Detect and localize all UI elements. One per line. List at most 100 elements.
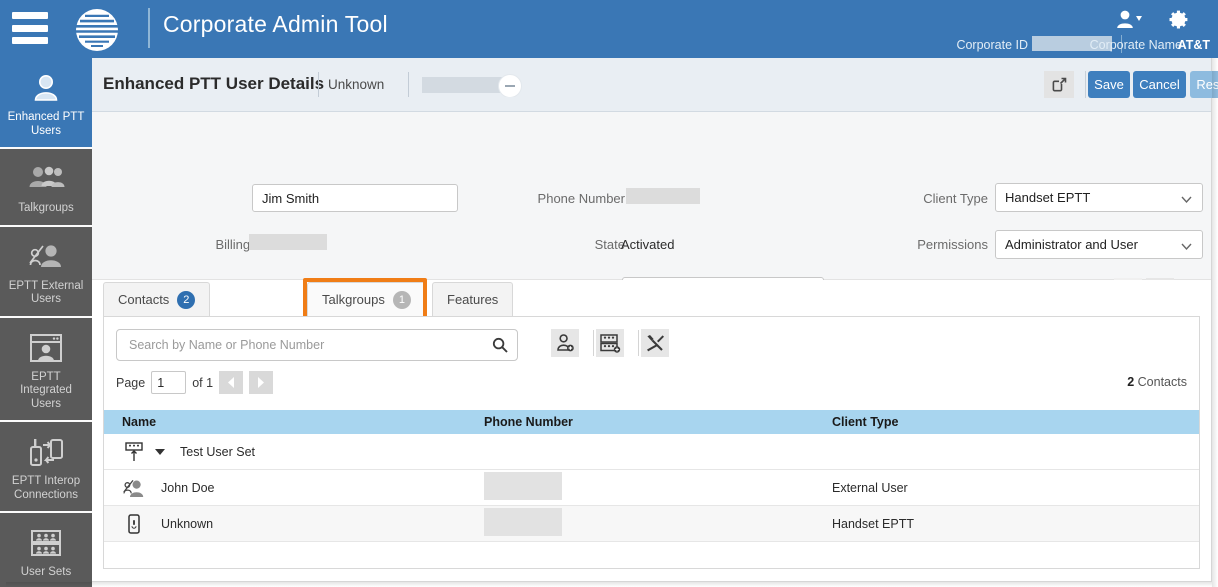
add-user-set-icon[interactable]: [596, 329, 624, 357]
contacts-count-label: Contacts: [1137, 375, 1187, 389]
external-user-icon: [122, 477, 146, 499]
sidebar-item-eptt-interop-connections[interactable]: EPTT Interop Connections: [0, 422, 92, 513]
panel-shadow-bottom: [6, 582, 1212, 587]
title-divider: [148, 8, 150, 48]
column-header-type: Client Type: [832, 415, 899, 429]
sidebar-label: EPTT Integrated Users: [20, 370, 72, 410]
row-phone-redacted: [484, 472, 832, 503]
table-header-row: Name Phone Number Client Type: [104, 410, 1199, 434]
tab-contacts-badge: 2: [177, 290, 196, 309]
single-user-icon: [0, 68, 92, 108]
row-client-type: External User: [832, 480, 908, 495]
page-number-input[interactable]: [151, 371, 187, 394]
handset-icon: [122, 513, 146, 535]
tab-contacts[interactable]: Contacts 2: [103, 282, 211, 316]
interop-connection-icon: [0, 432, 92, 472]
state-label: State: [594, 237, 625, 252]
tab-label: Features: [447, 292, 499, 307]
page-total-label: of 1: [192, 375, 214, 390]
corporate-id-label: Corporate ID: [956, 38, 1028, 52]
app-root: Corporate Admin Tool Corporate ID Corpor…: [0, 0, 1218, 587]
column-header-name: Name: [122, 415, 157, 429]
collapse-panel-button[interactable]: [498, 74, 522, 98]
prev-page-icon[interactable]: [219, 371, 244, 394]
cancel-button[interactable]: Cancel: [1133, 71, 1186, 98]
user-set-icon: [122, 441, 146, 463]
client-type-label: Client Type: [923, 191, 988, 206]
sidebar-item-eptt-external-users[interactable]: EPTT External Users: [0, 227, 92, 318]
collapse-pointer: [498, 97, 522, 110]
tab-talkgroups-badge: 1: [392, 290, 411, 309]
tools-icon[interactable]: [641, 329, 669, 357]
row-name: Test User Set: [180, 444, 256, 459]
chevron-down-icon: [1181, 240, 1192, 251]
sidebar-label: Talkgroups: [18, 202, 74, 214]
billing-number-value-redacted: [249, 234, 327, 250]
left-sidebar: Enhanced PTT Users Talkgroups EPTT Exter…: [0, 58, 92, 587]
client-type-value: Handset EPTT: [1005, 190, 1091, 205]
pagination: Page of 1: [116, 371, 274, 394]
permissions-value: Administrator and User: [1005, 237, 1138, 252]
save-button[interactable]: Save: [1088, 71, 1130, 98]
toolbar-divider-1: [593, 330, 594, 356]
column-header-phone: Phone Number: [484, 415, 573, 429]
contacts-count: 2 Contacts: [1127, 375, 1187, 389]
top-header-bar: Corporate Admin Tool Corporate ID Corpor…: [0, 0, 1218, 58]
sidebar-label: EPTT External Users: [8, 279, 84, 306]
search-input[interactable]: [127, 330, 487, 360]
table-row[interactable]: John Doe External User: [104, 470, 1199, 506]
contacts-table: Name Phone Number Client Type Test User …: [104, 410, 1199, 542]
tab-talkgroups[interactable]: Talkgroups 1: [307, 282, 426, 316]
app-title: Corporate Admin Tool: [163, 11, 388, 37]
search-icon[interactable]: [492, 337, 508, 353]
row-name: Unknown: [161, 516, 214, 531]
tab-label: Talkgroups: [322, 292, 385, 307]
permissions-select[interactable]: Administrator and User: [995, 230, 1203, 259]
row-phone-redacted: [484, 508, 832, 539]
external-user-icon: [0, 237, 92, 277]
user-dropdown-icon[interactable]: [1114, 8, 1144, 32]
user-group-icon: [0, 159, 92, 199]
user-detail-form: Name Billing Number Expiring On Phone Nu…: [92, 112, 1211, 305]
search-box: [116, 329, 518, 361]
row-client-type: Handset EPTT: [832, 516, 914, 531]
tab-label: Contacts: [118, 292, 170, 307]
client-type-select[interactable]: Handset EPTT: [995, 183, 1203, 212]
panel-shadow-right: [1212, 58, 1218, 587]
user-set-icon: [0, 523, 92, 563]
sidebar-label: EPTT Interop Connections: [11, 475, 81, 501]
phone-number-value-redacted: [626, 188, 700, 204]
name-input[interactable]: [252, 184, 458, 212]
page-label: Page: [116, 375, 146, 390]
hamburger-menu-icon[interactable]: [12, 12, 48, 44]
gear-icon[interactable]: [1164, 7, 1190, 33]
att-globe-logo-icon: [74, 7, 120, 53]
page-title: Enhanced PTT User Details: [103, 74, 325, 93]
chevron-down-icon: [1181, 193, 1192, 204]
sidebar-item-user-sets[interactable]: User Sets: [0, 513, 92, 587]
row-name: John Doe: [161, 480, 215, 495]
main-panel: Enhanced PTT User Details Unknown Save C…: [92, 58, 1218, 582]
detail-subtitle: Unknown: [328, 77, 385, 92]
row-expand-caret[interactable]: [155, 448, 165, 455]
header-divider-2: [408, 72, 409, 97]
sidebar-item-enhanced-ptt-users[interactable]: Enhanced PTT Users: [0, 58, 92, 149]
tab-bar: Contacts 2 Talkgroups 1 Features: [92, 278, 1211, 322]
state-value: Activated: [621, 237, 675, 252]
next-page-icon[interactable]: [249, 371, 274, 394]
permissions-label: Permissions: [917, 237, 988, 252]
table-row[interactable]: Test User Set: [104, 434, 1199, 470]
corporate-name-value: AT&T: [1177, 38, 1210, 52]
header-divider-1: [318, 72, 319, 97]
add-contact-icon[interactable]: [551, 329, 579, 357]
export-icon[interactable]: [1044, 71, 1074, 98]
detail-header: Enhanced PTT User Details Unknown Save C…: [92, 58, 1218, 112]
phone-number-label: Phone Number: [537, 191, 625, 206]
toolbar-divider-2: [638, 330, 639, 356]
sidebar-item-eptt-integrated-users[interactable]: EPTT Integrated Users: [0, 318, 92, 422]
integrated-user-icon: [0, 328, 92, 368]
corporate-name-label: Corporate Name: [1089, 38, 1182, 52]
sidebar-item-talkgroups[interactable]: Talkgroups: [0, 149, 92, 227]
tab-features[interactable]: Features: [432, 282, 514, 316]
table-row[interactable]: Unknown Handset EPTT: [104, 506, 1199, 542]
